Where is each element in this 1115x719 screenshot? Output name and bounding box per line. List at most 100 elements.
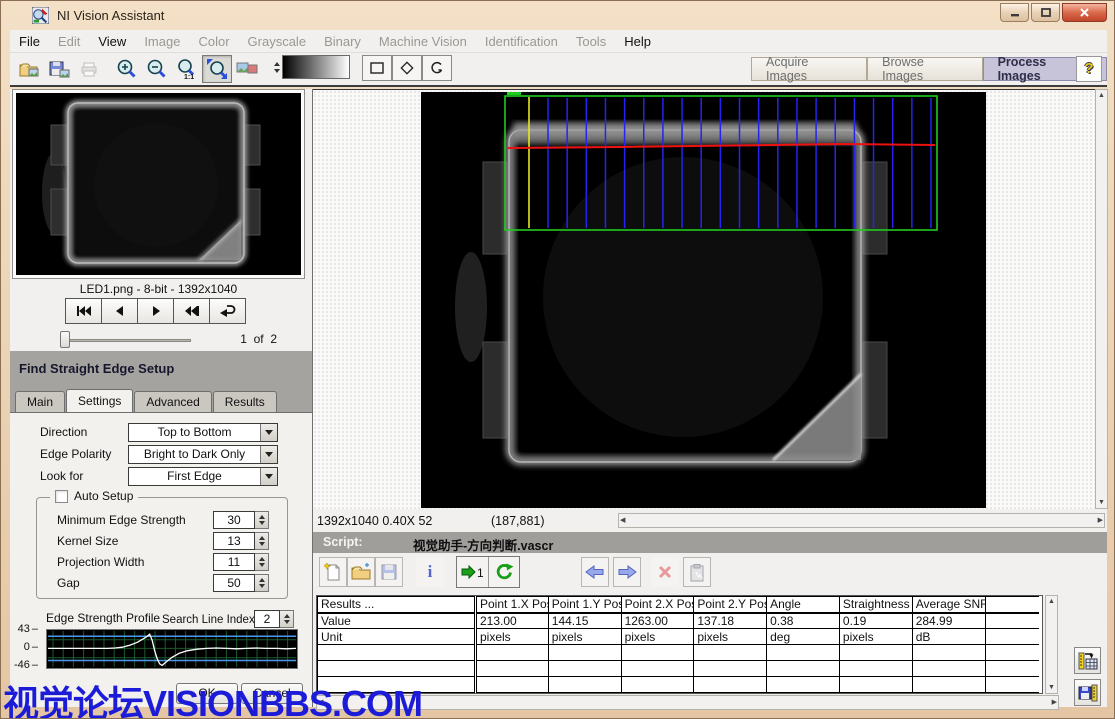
svg-text:1: 1 bbox=[477, 566, 484, 580]
paste-step-button[interactable] bbox=[683, 557, 711, 587]
menu-tools[interactable]: Tools bbox=[567, 34, 615, 49]
roi-rotated-rect-tool[interactable] bbox=[392, 55, 422, 81]
save-image-button[interactable] bbox=[44, 55, 74, 83]
palette-stepper[interactable] bbox=[274, 62, 280, 73]
results-column-header[interactable]: Average SNR bbox=[912, 597, 985, 613]
menu-image[interactable]: Image bbox=[135, 34, 189, 49]
projection-width-stepper[interactable]: 11 bbox=[213, 553, 269, 571]
dropdown-arrow-icon[interactable] bbox=[260, 424, 277, 441]
profile-title: Edge Strength Profile bbox=[46, 609, 160, 627]
results-column-header[interactable]: Angle bbox=[767, 597, 840, 613]
maximize-icon bbox=[1041, 8, 1051, 17]
menu-help[interactable]: Help bbox=[615, 34, 660, 49]
search-line-index-stepper[interactable]: 2 bbox=[254, 610, 294, 628]
results-column-header[interactable]: Point 1.X Pos bbox=[476, 597, 549, 613]
menu-edit[interactable]: Edit bbox=[49, 34, 89, 49]
results-column-header[interactable]: Straightness bbox=[839, 597, 912, 613]
results-column-header[interactable]: Point 2.Y Pos bbox=[694, 597, 767, 613]
step-forward-button[interactable] bbox=[613, 557, 641, 587]
scroll-right-icon[interactable]: ▶ bbox=[1052, 698, 1057, 707]
open-image-button[interactable] bbox=[14, 55, 44, 83]
direction-label: Direction bbox=[40, 423, 87, 441]
previous-image-button[interactable] bbox=[101, 298, 138, 324]
print-image-button[interactable] bbox=[74, 55, 104, 83]
scroll-up-icon[interactable]: ▲ bbox=[1048, 597, 1055, 606]
tab-settings[interactable]: Settings bbox=[66, 389, 133, 412]
close-button[interactable] bbox=[1062, 3, 1107, 22]
send-results-button[interactable] bbox=[1074, 647, 1101, 674]
close-icon bbox=[1079, 8, 1090, 17]
min-edge-strength-label: Minimum Edge Strength bbox=[57, 511, 186, 529]
table-vertical-scrollbar[interactable]: ▲ ▼ bbox=[1045, 595, 1058, 694]
roi-rectangle-tool[interactable] bbox=[362, 55, 392, 81]
results-table-container[interactable]: Results ...Point 1.X PosPoint 1.Y PosPoi… bbox=[316, 595, 1043, 694]
table-horizontal-scrollbar[interactable]: ◀ ▶ bbox=[316, 695, 1059, 710]
gap-stepper[interactable]: 50 bbox=[213, 574, 269, 592]
scroll-down-icon[interactable]: ▼ bbox=[1098, 498, 1105, 507]
menu-identification[interactable]: Identification bbox=[476, 34, 567, 49]
next-image-button[interactable] bbox=[137, 298, 174, 324]
delete-step-button[interactable] bbox=[651, 557, 679, 587]
main-led-image[interactable] bbox=[421, 92, 986, 508]
zoom-1-1-button[interactable]: 1:1 bbox=[172, 55, 202, 83]
menu-file[interactable]: File bbox=[10, 34, 49, 49]
tab-results[interactable]: Results bbox=[213, 391, 277, 412]
first-image-button[interactable] bbox=[65, 298, 102, 324]
svg-text:1:1: 1:1 bbox=[184, 74, 194, 80]
kernel-size-stepper[interactable]: 13 bbox=[213, 532, 269, 550]
min-edge-strength-stepper[interactable]: 30 bbox=[213, 511, 269, 529]
save-script-button[interactable] bbox=[375, 557, 403, 587]
menu-grayscale[interactable]: Grayscale bbox=[239, 34, 316, 49]
results-cell: 1263.00 bbox=[621, 613, 694, 629]
results-column-header[interactable]: Point 1.Y Pos bbox=[548, 597, 621, 613]
new-script-button[interactable] bbox=[319, 557, 347, 587]
image-slider-track[interactable] bbox=[63, 339, 191, 342]
tab-advanced[interactable]: Advanced bbox=[134, 391, 211, 412]
roi-annulus-tool[interactable] bbox=[422, 55, 452, 81]
last-image-button[interactable] bbox=[173, 298, 210, 324]
edge-strength-profile-chart bbox=[46, 629, 298, 669]
scroll-up-icon[interactable]: ▲ bbox=[1098, 91, 1105, 100]
acquire-images-button[interactable]: Acquire Images bbox=[751, 57, 867, 81]
zoom-in-button[interactable] bbox=[112, 55, 142, 83]
image-compare-button[interactable] bbox=[232, 55, 262, 83]
minimize-button[interactable] bbox=[1000, 3, 1029, 22]
step-back-button[interactable] bbox=[581, 557, 609, 587]
run-once-button[interactable]: 1 bbox=[457, 557, 489, 587]
image-vertical-scrollbar[interactable]: ▲ ▼ bbox=[1095, 89, 1108, 509]
scroll-left-icon[interactable]: ◀ bbox=[620, 516, 625, 525]
results-cell: pixels bbox=[476, 629, 549, 645]
direction-dropdown[interactable]: Top to Bottom bbox=[128, 423, 278, 442]
image-horizontal-scrollbar[interactable]: ◀ ▶ bbox=[618, 513, 1105, 528]
save-results-button[interactable] bbox=[1074, 679, 1101, 706]
results-column-header[interactable]: Results ... bbox=[318, 597, 476, 613]
auto-setup-checkbox[interactable] bbox=[55, 490, 68, 503]
dropdown-arrow-icon[interactable] bbox=[260, 468, 277, 485]
open-script-button[interactable] bbox=[347, 557, 375, 587]
scroll-down-icon[interactable]: ▼ bbox=[1048, 683, 1055, 692]
app-window: NI Vision Assistant FileEditViewImageCol… bbox=[0, 0, 1115, 719]
zoom-out-button[interactable] bbox=[142, 55, 172, 83]
edge-polarity-dropdown[interactable]: Bright to Dark Only bbox=[128, 445, 278, 464]
scroll-right-icon[interactable]: ▶ bbox=[1098, 516, 1103, 525]
maximize-button[interactable] bbox=[1031, 3, 1060, 22]
dropdown-arrow-icon[interactable] bbox=[260, 446, 277, 463]
image-thumbnail[interactable] bbox=[13, 90, 304, 278]
zoom-fit-button[interactable] bbox=[202, 55, 232, 83]
return-button[interactable] bbox=[209, 298, 246, 324]
menu-machine-vision[interactable]: Machine Vision bbox=[370, 34, 476, 49]
run-loop-button[interactable] bbox=[489, 557, 519, 587]
results-column-header[interactable]: Point 2.X Pos bbox=[621, 597, 694, 613]
tab-main[interactable]: Main bbox=[15, 391, 65, 412]
palette-gradient[interactable] bbox=[282, 55, 350, 79]
image-slider-thumb[interactable] bbox=[60, 331, 70, 348]
browse-images-button[interactable]: Browse Images bbox=[867, 57, 982, 81]
help-button[interactable]: ? bbox=[1076, 56, 1102, 82]
info-button[interactable]: i bbox=[416, 557, 444, 587]
look-for-dropdown[interactable]: First Edge bbox=[128, 467, 278, 486]
menu-color[interactable]: Color bbox=[189, 34, 238, 49]
image-viewport[interactable] bbox=[313, 89, 1095, 509]
menu-view[interactable]: View bbox=[89, 34, 135, 49]
menu-binary[interactable]: Binary bbox=[315, 34, 370, 49]
run-once-icon: 1 bbox=[460, 564, 486, 580]
